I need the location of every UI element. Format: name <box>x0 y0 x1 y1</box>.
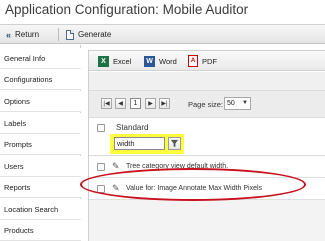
sidebar-item-label: Options <box>4 96 30 106</box>
generate-button[interactable]: Generate <box>66 27 111 42</box>
last-page-icon[interactable]: ▶| <box>159 98 170 109</box>
column-header-standard[interactable]: Standard <box>116 123 148 132</box>
row-checkbox[interactable] <box>97 163 105 171</box>
excel-icon: X <box>98 55 109 67</box>
sidebar-item-configurations[interactable]: Configurations <box>0 69 81 90</box>
export-word-button[interactable]: W Word <box>144 54 177 68</box>
sidebar-item-reports[interactable]: Reports <box>0 177 81 198</box>
double-chevron-left-icon: « <box>6 29 12 40</box>
page-title: Application Configuration: Mobile Audito… <box>5 2 249 17</box>
grid-empty-area <box>89 200 325 241</box>
document-icon <box>66 29 74 40</box>
sidebar-item-products[interactable]: Products <box>0 220 81 241</box>
sidebar-item-location-search[interactable]: Location Search <box>0 199 81 220</box>
sidebar-item-general-info[interactable]: General Info <box>0 48 81 69</box>
row-text: Value for: Image Annotate Max Width Pixe… <box>126 185 263 192</box>
sidebar-item-label: General Info <box>4 53 46 63</box>
first-page-icon[interactable]: |◀ <box>101 98 112 109</box>
edit-pencil-icon[interactable]: ✎ <box>112 184 120 193</box>
sidebar-item-labels[interactable]: Labels <box>0 113 81 134</box>
grid-header: Standard width <box>89 118 325 156</box>
top-toolbar: « Return Generate <box>0 24 325 44</box>
sidebar-item-label: Prompts <box>4 139 32 149</box>
sidebar-item-label: Configurations <box>4 74 53 84</box>
toolbar-divider <box>58 28 59 41</box>
previous-page-icon[interactable]: ◀ <box>115 98 126 109</box>
sidebar-item-label: Labels <box>4 118 27 128</box>
sidebar-item-label: Products <box>4 225 34 235</box>
edit-pencil-icon[interactable]: ✎ <box>112 162 120 171</box>
table-row[interactable]: ✎ Value for: Image Annotate Max Width Pi… <box>89 178 325 200</box>
filter-button[interactable] <box>168 137 181 150</box>
sidebar-item-label: Users <box>4 161 24 171</box>
word-icon: W <box>144 55 155 67</box>
select-all-checkbox[interactable] <box>97 124 105 132</box>
sidebar-item-options[interactable]: Options <box>0 91 81 112</box>
pager: |◀ ◀ 1 ▶ ▶| Page size: 50 ▼ <box>89 90 325 118</box>
current-page[interactable]: 1 <box>130 98 141 109</box>
filter-icon <box>170 139 179 148</box>
return-label: Return <box>15 30 40 39</box>
sidebar-item-prompts[interactable]: Prompts <box>0 134 81 155</box>
main-panel: X Excel W Word A PDF |◀ ◀ 1 ▶ ▶| Page si… <box>88 50 325 241</box>
pdf-icon: A <box>188 55 198 67</box>
sidebar: General Info Configurations Options Labe… <box>0 45 81 241</box>
row-checkbox[interactable] <box>97 185 105 193</box>
labels-grid: |◀ ◀ 1 ▶ ▶| Page size: 50 ▼ Standard wid… <box>89 72 325 241</box>
standard-filter-input[interactable]: width <box>114 137 165 150</box>
next-page-icon[interactable]: ▶ <box>145 98 156 109</box>
page-size-label: Page size: <box>188 100 224 109</box>
return-button[interactable]: « Return <box>6 27 39 42</box>
sidebar-item-label: Location Search <box>4 204 59 214</box>
sidebar-item-users[interactable]: Users <box>0 156 81 177</box>
export-excel-button[interactable]: X Excel <box>98 54 131 68</box>
word-label: Word <box>159 56 177 66</box>
page-size-select[interactable]: 50 ▼ <box>224 97 251 110</box>
sidebar-item-label: Reports <box>4 182 31 192</box>
export-toolbar: X Excel W Word A PDF <box>89 51 325 71</box>
row-text: Tree category view default width. <box>126 163 229 170</box>
table-row[interactable]: ✎ Tree category view default width. <box>89 156 325 178</box>
page-size-value: 50 <box>227 100 235 107</box>
pdf-label: PDF <box>202 56 217 66</box>
export-pdf-button[interactable]: A PDF <box>188 54 217 68</box>
caret-down-icon: ▼ <box>242 100 248 106</box>
excel-label: Excel <box>113 56 132 66</box>
generate-label: Generate <box>78 30 112 39</box>
